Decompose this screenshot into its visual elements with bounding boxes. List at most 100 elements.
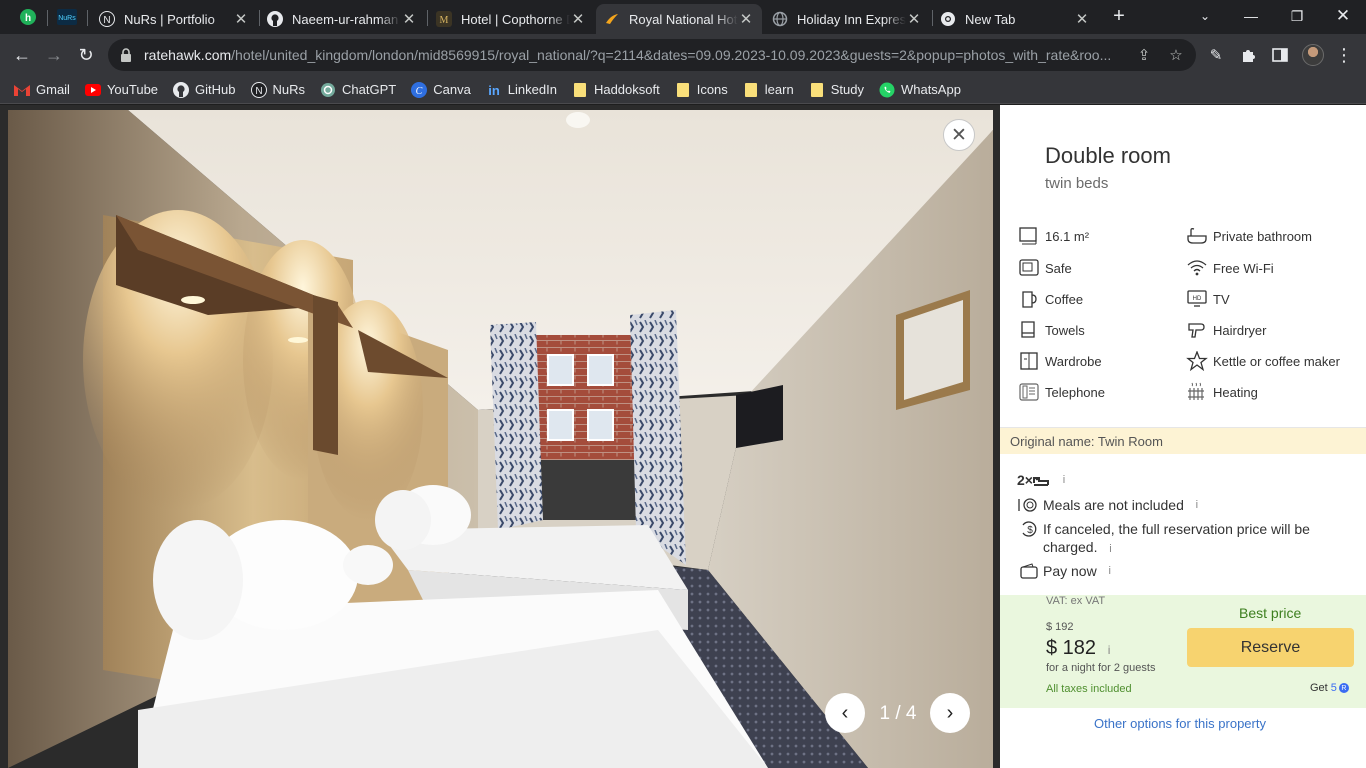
amenity-private-bathroom: Private bathroom bbox=[1186, 226, 1312, 246]
bookmark-star-icon[interactable]: ☆ bbox=[1167, 46, 1185, 64]
price-box: VAT: ex VAT $ 192 $ 182 i for a night for… bbox=[1000, 595, 1366, 708]
wifi-icon bbox=[1186, 258, 1208, 278]
amenity-wardrobe: Wardrobe bbox=[1018, 351, 1102, 371]
amenity-label: Free Wi-Fi bbox=[1213, 260, 1274, 276]
bookmark-label: learn bbox=[764, 82, 794, 97]
reserve-button[interactable]: Reserve bbox=[1187, 628, 1354, 667]
tab-title: NuRs | Portfolio bbox=[124, 11, 215, 27]
price: $ 182 bbox=[1046, 637, 1097, 659]
pinned-tab-2[interactable]: NuRs bbox=[53, 6, 81, 28]
address-bar[interactable]: ratehawk.com/hotel/united_kingdom/london… bbox=[108, 39, 1196, 71]
best-price-label: Best price bbox=[1239, 605, 1302, 621]
bookmark-icons[interactable]: Icons bbox=[675, 82, 728, 98]
close-tab-icon[interactable]: ✕ bbox=[401, 10, 417, 28]
close-tab-icon[interactable]: ✕ bbox=[906, 10, 922, 28]
bookmark-learn[interactable]: learn bbox=[743, 82, 794, 98]
new-tab-button[interactable]: + bbox=[1108, 5, 1130, 29]
back-button[interactable]: ← bbox=[10, 43, 34, 67]
svg-text:C: C bbox=[416, 86, 423, 97]
heating-icon bbox=[1186, 382, 1208, 402]
per-night-label: for a night for 2 guests bbox=[1046, 662, 1156, 674]
amenity-label: TV bbox=[1213, 291, 1230, 307]
profile-avatar[interactable] bbox=[1302, 44, 1324, 66]
github-icon bbox=[173, 81, 190, 98]
amenity-label: Kettle or coffee maker bbox=[1213, 353, 1340, 369]
tab-holiday-inn[interactable]: Holiday Inn Express ✕ bbox=[764, 4, 930, 34]
tab-new-tab[interactable]: New Tab ✕ bbox=[932, 4, 1098, 34]
bookmark-whatsapp[interactable]: WhatsApp bbox=[879, 82, 961, 98]
globe-icon bbox=[772, 11, 788, 27]
other-options-link[interactable]: Other options for this property bbox=[1094, 716, 1266, 731]
browser-toolbar: ← → ↻ ratehawk.com/hotel/united_kingdom/… bbox=[0, 34, 1366, 76]
notion-icon: N bbox=[99, 11, 115, 27]
vat-label: VAT: ex VAT bbox=[1046, 595, 1106, 607]
url-text[interactable]: ratehawk.com/hotel/united_kingdom/london… bbox=[144, 47, 1134, 63]
chatgpt-icon bbox=[320, 82, 336, 98]
bookmark-label: Canva bbox=[433, 82, 471, 97]
tab-portfolio[interactable]: N NuRs | Portfolio ✕ bbox=[91, 4, 257, 34]
close-tab-icon[interactable]: ✕ bbox=[570, 10, 586, 28]
close-window-button[interactable]: ✕ bbox=[1320, 0, 1366, 32]
canva-icon: C bbox=[411, 81, 428, 98]
tab-royal-national[interactable]: Royal National Hote ✕ bbox=[596, 4, 762, 34]
coffee-icon bbox=[1018, 289, 1040, 309]
bathtub-icon bbox=[1186, 226, 1208, 246]
area-icon bbox=[1018, 226, 1040, 246]
forward-button[interactable]: → bbox=[42, 43, 66, 67]
info-icon[interactable]: i bbox=[1190, 496, 1204, 514]
payment-info: Pay now i bbox=[1017, 562, 1117, 580]
reload-button[interactable]: ↻ bbox=[74, 43, 98, 67]
tab-github[interactable]: Naeem-ur-rahman ( ✕ bbox=[259, 4, 425, 34]
ratehawk-icon bbox=[604, 11, 620, 27]
tab-search-icon[interactable]: ⌄ bbox=[1182, 0, 1228, 32]
room-photo[interactable] bbox=[8, 110, 993, 768]
telephone-icon bbox=[1018, 382, 1040, 402]
tab-title: Holiday Inn Express bbox=[797, 11, 906, 27]
pinned-tab-1[interactable]: h bbox=[14, 6, 42, 28]
bookmark-linkedin[interactable]: in LinkedIn bbox=[486, 82, 557, 98]
minimize-button[interactable]: — bbox=[1228, 0, 1274, 32]
bookmark-gmail[interactable]: Gmail bbox=[14, 82, 70, 98]
bookmark-github[interactable]: GitHub bbox=[173, 81, 236, 98]
bookmark-chatgpt[interactable]: ChatGPT bbox=[320, 82, 396, 98]
bookmark-label: Study bbox=[830, 82, 864, 97]
cancellation-info: $ If canceled, the full reservation pric… bbox=[1017, 520, 1317, 558]
github-icon bbox=[267, 11, 283, 27]
reward-points: Get 5 R bbox=[1310, 682, 1349, 694]
tab-bar: h NuRs N NuRs | Portfolio ✕ Naeem-ur-rah… bbox=[0, 0, 1366, 34]
side-panel-icon[interactable] bbox=[1270, 45, 1290, 65]
restore-button[interactable]: ❐ bbox=[1274, 0, 1320, 32]
old-price: $ 192 bbox=[1046, 621, 1074, 633]
lock-icon[interactable] bbox=[108, 48, 144, 62]
amenity-towels: Towels bbox=[1018, 320, 1085, 340]
bookmark-study[interactable]: Study bbox=[809, 82, 864, 98]
extensions-puzzle-icon[interactable] bbox=[1238, 45, 1258, 65]
bookmark-youtube[interactable]: YouTube bbox=[84, 82, 158, 98]
menu-kebab-icon[interactable]: ⋮ bbox=[1334, 45, 1354, 65]
info-icon[interactable]: i bbox=[1103, 540, 1117, 558]
prev-photo-button[interactable]: ‹ bbox=[825, 693, 865, 733]
url-path: /hotel/united_kingdom/london/mid8569915/… bbox=[231, 47, 1112, 63]
info-icon[interactable]: i bbox=[1102, 643, 1116, 657]
payment-text: Pay now bbox=[1043, 563, 1097, 579]
next-photo-button[interactable]: › bbox=[930, 693, 970, 733]
pen-extension-icon[interactable]: ✎ bbox=[1206, 45, 1226, 65]
bookmark-label: ChatGPT bbox=[342, 82, 397, 97]
bookmark-haddoksoft[interactable]: Haddoksoft bbox=[572, 82, 660, 98]
share-icon[interactable]: ⇪ bbox=[1135, 46, 1153, 64]
tab-copthorne[interactable]: M Hotel | Copthorne D ✕ bbox=[428, 4, 594, 34]
hairdryer-icon bbox=[1186, 320, 1208, 340]
close-tab-icon[interactable]: ✕ bbox=[738, 10, 754, 28]
original-name: Original name: Twin Room bbox=[1000, 428, 1366, 454]
info-icon[interactable]: i bbox=[1057, 471, 1071, 489]
bookmark-nurs[interactable]: N NuRs bbox=[250, 81, 305, 98]
info-icon[interactable]: i bbox=[1103, 562, 1117, 580]
close-gallery-button[interactable]: ✕ bbox=[943, 119, 975, 151]
amenity-hairdryer: Hairdryer bbox=[1186, 320, 1266, 340]
amenity-wifi: Free Wi-Fi bbox=[1186, 258, 1274, 278]
close-tab-icon[interactable]: ✕ bbox=[233, 10, 249, 28]
bookmark-canva[interactable]: C Canva bbox=[411, 81, 471, 98]
close-tab-icon[interactable]: ✕ bbox=[1074, 10, 1090, 28]
points-label: Get bbox=[1310, 682, 1328, 694]
refund-icon: $ bbox=[1017, 520, 1041, 538]
